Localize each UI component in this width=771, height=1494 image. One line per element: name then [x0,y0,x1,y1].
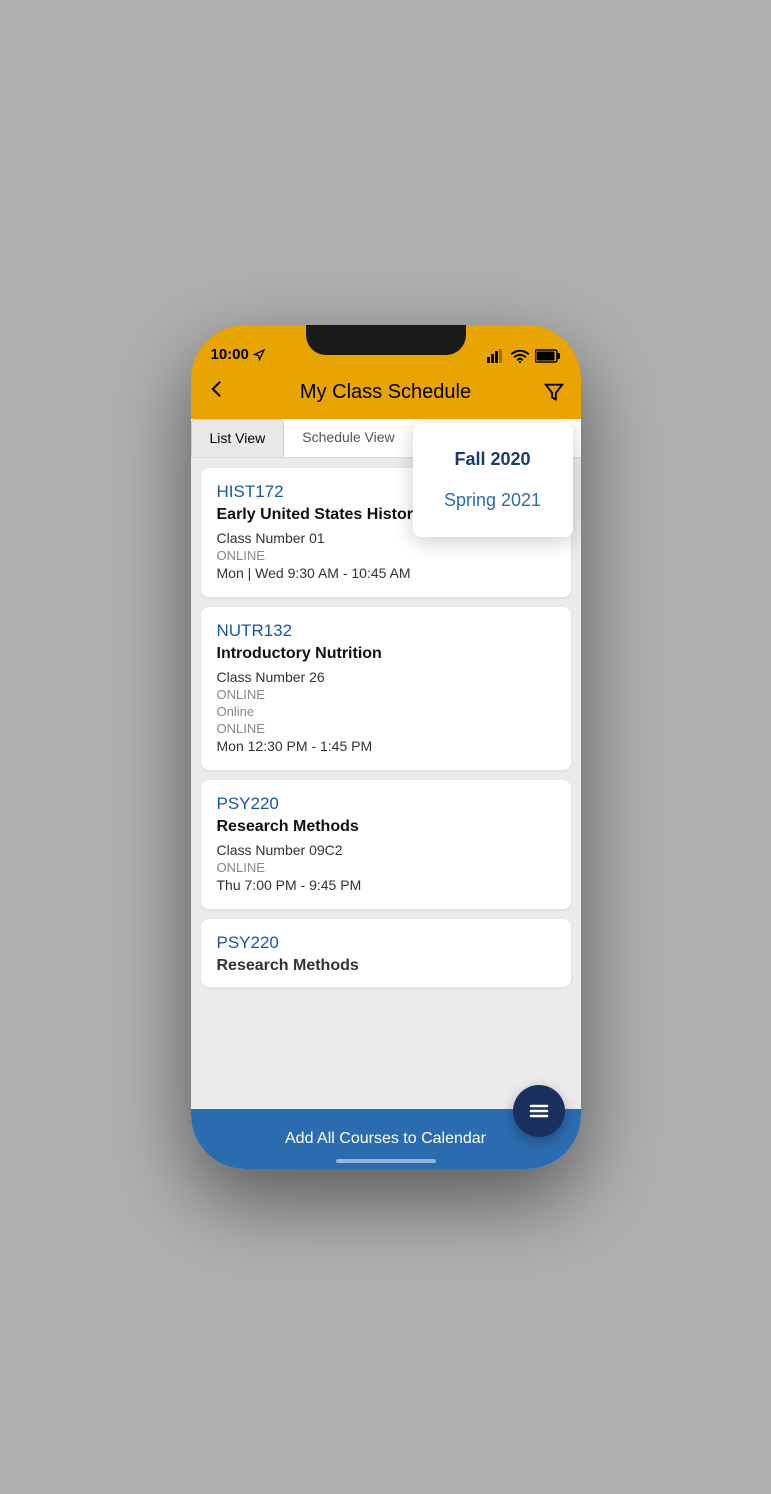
home-indicator [336,1159,436,1163]
bottom-bar[interactable]: Add All Courses to Calendar [191,1109,581,1169]
course-location-label-nutr132: Online [217,704,555,719]
course-location1-nutr132: ONLINE [217,687,555,702]
menu-icon [527,1099,551,1123]
dropdown-item-spring2021[interactable]: Spring 2021 [433,480,553,521]
course-schedule-psy220-1: Thu 7:00 PM - 9:45 PM [217,877,555,893]
semester-dropdown: Fall 2020 Spring 2021 [413,423,573,537]
tab-list-view[interactable]: List View [191,419,285,457]
course-code-psy220-2: PSY220 [217,933,555,953]
course-schedule-hist172: Mon | Wed 9:30 AM - 10:45 AM [217,565,555,581]
header: My Class Schedule [191,369,581,419]
course-class-number-psy220-1: Class Number 09C2 [217,842,555,858]
phone-frame: 10:00 [191,325,581,1169]
back-icon [207,379,227,399]
status-time: 10:00 [211,346,265,363]
course-code-nutr132: NUTR132 [217,621,555,641]
course-code-psy220-1: PSY220 [217,794,555,814]
phone-screen: 10:00 [191,325,581,1169]
filter-button[interactable] [533,381,565,403]
course-list: HIST172 Early United States History Clas… [191,458,581,1169]
notch [306,325,466,355]
fab-menu-button[interactable] [513,1085,565,1137]
course-card-psy220-2[interactable]: PSY220 Research Methods [201,919,571,987]
signal-icon [487,349,505,363]
course-location-psy220-1: ONLINE [217,860,555,875]
wifi-icon [511,349,529,363]
course-card-psy220-1[interactable]: PSY220 Research Methods Class Number 09C… [201,780,571,909]
back-button[interactable] [207,379,239,405]
course-location-hist172: ONLINE [217,548,555,563]
page-title: My Class Schedule [239,381,533,404]
time-display: 10:00 [211,346,249,363]
dropdown-item-fall2020[interactable]: Fall 2020 [433,439,553,480]
tab-schedule-view[interactable]: Schedule View [284,419,412,457]
battery-icon [535,349,561,363]
course-name-nutr132: Introductory Nutrition [217,645,555,663]
course-location2-nutr132: ONLINE [217,721,555,736]
location-icon [253,349,265,361]
status-icons [487,349,561,363]
course-name-psy220-1: Research Methods [217,818,555,836]
course-class-number-nutr132: Class Number 26 [217,669,555,685]
course-card-nutr132[interactable]: NUTR132 Introductory Nutrition Class Num… [201,607,571,770]
course-name-psy220-2: Research Methods [217,957,555,975]
course-schedule-nutr132: Mon 12:30 PM - 1:45 PM [217,738,555,754]
content-area: List View Schedule View Fall 2020 Spring… [191,419,581,1169]
filter-icon [543,381,565,403]
add-courses-label: Add All Courses to Calendar [285,1130,486,1148]
